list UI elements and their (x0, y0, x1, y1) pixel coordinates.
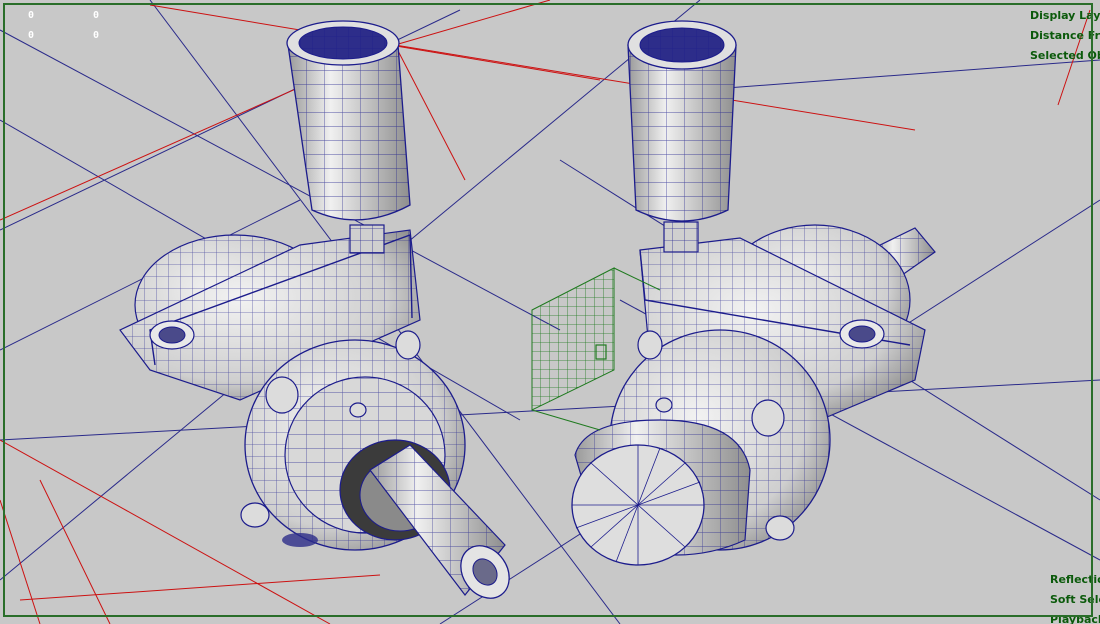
counter-value: 0 (93, 30, 100, 41)
hud-distance-from-camera: Distance From Camera (1030, 29, 1100, 42)
hud-reflection: Reflection (1050, 573, 1100, 586)
counter-value: 0 (93, 10, 100, 21)
hud-bottom-right: Reflection Soft Select Playback (1050, 570, 1100, 624)
hud-soft-select: Soft Select (1050, 593, 1100, 606)
hud-display-layer: Display Layer (1030, 9, 1100, 22)
hud-selected-objects: Selected Objects (1030, 49, 1100, 62)
counter-value: 0 (28, 10, 35, 21)
left-motor-model[interactable] (119, 20, 519, 608)
right-motor-model[interactable] (571, 20, 936, 566)
hud-top-right: Display Layer Distance From Camera Selec… (1030, 6, 1100, 66)
counter-value: 0 (28, 30, 35, 41)
hud-playback: Playback (1050, 613, 1100, 624)
scene-canvas[interactable] (0, 0, 1100, 624)
3d-viewport[interactable]: 0 0 0 0 Display Layer Distance From Came… (0, 0, 1100, 624)
